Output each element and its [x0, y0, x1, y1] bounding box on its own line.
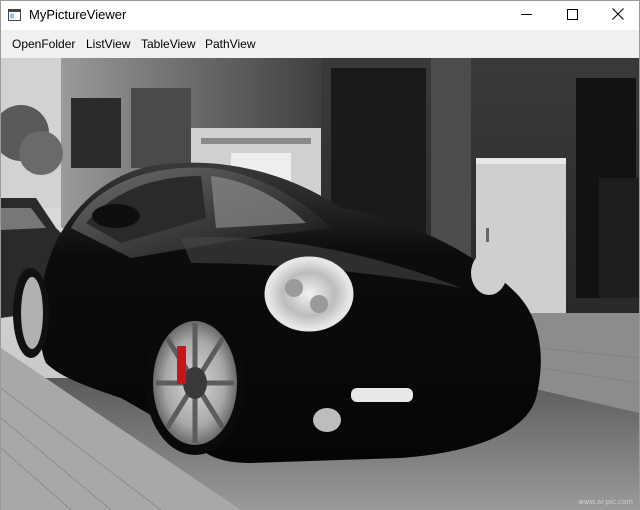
- minimize-button[interactable]: [503, 1, 549, 30]
- photo-viewer-image: www.ai-pic.com: [1, 58, 639, 510]
- close-button[interactable]: [595, 1, 640, 30]
- image-viewport[interactable]: www.ai-pic.com: [1, 58, 639, 510]
- maximize-icon: [566, 7, 578, 25]
- window-title: MyPictureViewer: [29, 7, 127, 22]
- maximize-button[interactable]: [549, 1, 595, 30]
- menu-bar: OpenFolder ListView TableView PathView: [1, 30, 639, 58]
- menu-item-listview[interactable]: ListView: [86, 30, 130, 58]
- app-window: MyPictureViewer OpenFolder ListView Tabl…: [0, 0, 640, 510]
- menu-item-pathview[interactable]: PathView: [205, 30, 255, 58]
- menu-item-tableview[interactable]: TableView: [141, 30, 195, 58]
- minimize-icon: [520, 7, 532, 25]
- menu-item-openfolder[interactable]: OpenFolder: [12, 30, 75, 58]
- window-app-icon: [8, 8, 21, 21]
- title-bar[interactable]: MyPictureViewer: [1, 1, 639, 30]
- close-icon: [612, 7, 624, 25]
- image-watermark: www.ai-pic.com: [578, 498, 633, 506]
